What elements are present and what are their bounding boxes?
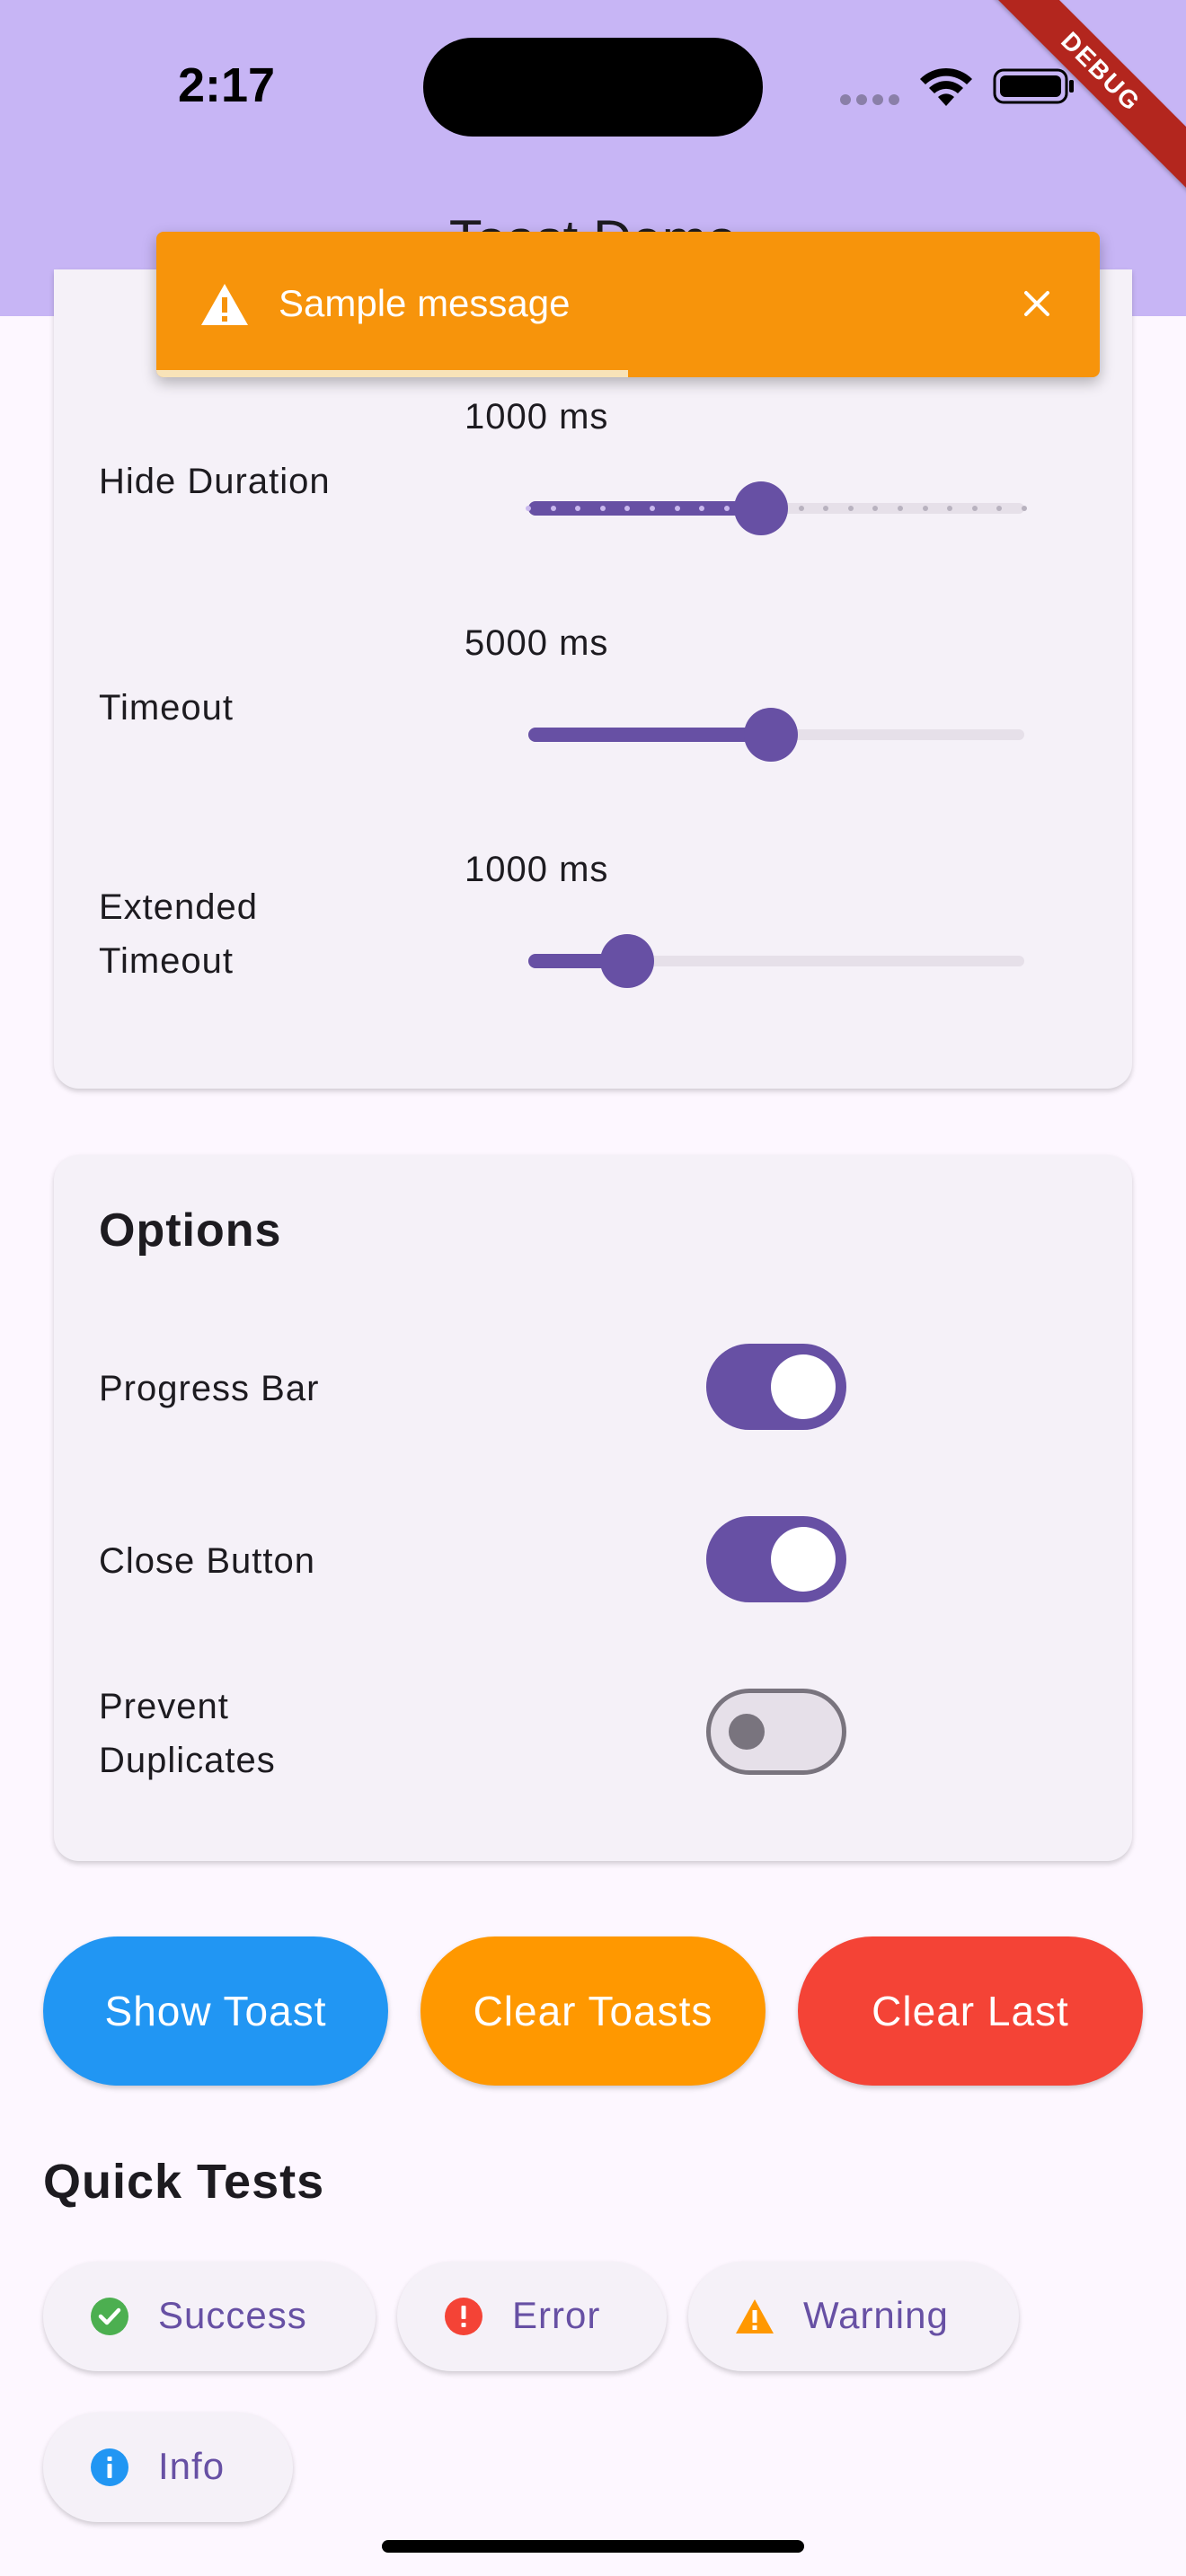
warning-chip[interactable]: Warning xyxy=(688,2262,1019,2371)
prevent-duplicates-switch[interactable] xyxy=(706,1689,846,1775)
slider-tick xyxy=(699,506,705,511)
slider-fill xyxy=(528,728,771,742)
success-chip-label: Success xyxy=(158,2294,307,2336)
cellular-signal-icon xyxy=(840,93,905,110)
switch-knob xyxy=(771,1527,836,1592)
slider-tick xyxy=(898,506,903,511)
slider-thumb[interactable] xyxy=(600,934,654,988)
toast-notification[interactable]: Sample message xyxy=(156,232,1100,377)
warning-icon xyxy=(201,284,248,325)
slider-tick xyxy=(872,506,879,511)
slider-tick xyxy=(650,506,655,511)
slider-tick xyxy=(847,506,854,511)
extended-timeout-slider[interactable] xyxy=(528,934,1024,988)
options-title: Options xyxy=(99,1204,282,1257)
slider-tick xyxy=(971,506,978,511)
clear-last-button[interactable]: Clear Last xyxy=(798,1936,1143,2086)
slider-tick xyxy=(947,506,953,511)
slider-tick xyxy=(575,506,581,511)
close-icon[interactable] xyxy=(1019,286,1055,322)
extended-timeout-value: 1000 ms xyxy=(465,850,609,889)
slider-tick xyxy=(798,506,804,511)
hide-duration-label: Hide Duration xyxy=(99,462,331,501)
progress-bar-label: Progress Bar xyxy=(99,1369,320,1408)
switch-knob xyxy=(771,1354,836,1419)
slider-tick xyxy=(1022,506,1027,511)
timeout-value: 5000 ms xyxy=(465,623,609,663)
warning-icon xyxy=(736,2299,774,2333)
slider-tick xyxy=(550,506,556,511)
progress-bar-switch[interactable] xyxy=(706,1344,846,1430)
timeout-slider[interactable] xyxy=(528,708,1024,762)
switch-knob xyxy=(729,1714,765,1750)
info-icon xyxy=(91,2448,128,2486)
close-button-switch[interactable] xyxy=(706,1516,846,1602)
info-chip-label: Info xyxy=(158,2445,226,2487)
toast-progress-bar xyxy=(156,370,628,377)
quick-tests-title: Quick Tests xyxy=(43,2155,325,2209)
slider-thumb[interactable] xyxy=(744,708,798,762)
slider-tick xyxy=(922,506,928,511)
status-time: 2:17 xyxy=(178,58,276,112)
slider-tick xyxy=(599,506,606,511)
slider-tick xyxy=(996,506,1003,511)
success-chip[interactable]: Success xyxy=(43,2262,376,2371)
hide-duration-value: 1000 ms xyxy=(465,397,609,437)
slider-thumb[interactable] xyxy=(734,481,788,535)
slider-tick xyxy=(624,506,631,511)
home-indicator[interactable] xyxy=(382,2540,804,2553)
clear-toasts-button[interactable]: Clear Toasts xyxy=(420,1936,766,2086)
timeout-label: Timeout xyxy=(99,688,235,728)
prevent-duplicates-label: Prevent Duplicates xyxy=(99,1687,276,1780)
slider-tick xyxy=(823,506,829,511)
show-toast-button[interactable]: Show Toast xyxy=(43,1936,388,2086)
slider-tick xyxy=(723,506,730,511)
warning-chip-label: Warning xyxy=(803,2294,949,2336)
wifi-icon xyxy=(920,67,972,106)
close-button-label: Close Button xyxy=(99,1541,316,1581)
info-chip[interactable]: Info xyxy=(43,2413,293,2522)
error-chip[interactable]: Error xyxy=(397,2262,667,2371)
dynamic-island xyxy=(423,38,763,137)
error-chip-label: Error xyxy=(512,2294,601,2336)
hide-duration-slider[interactable] xyxy=(526,481,1027,535)
extended-timeout-label: Extended Timeout xyxy=(99,887,259,981)
toast-message: Sample message xyxy=(279,282,571,324)
slider-tick xyxy=(526,506,531,511)
battery-icon xyxy=(993,68,1074,104)
check-circle-icon xyxy=(91,2298,128,2335)
slider-tick xyxy=(674,506,680,511)
error-icon xyxy=(445,2298,482,2335)
